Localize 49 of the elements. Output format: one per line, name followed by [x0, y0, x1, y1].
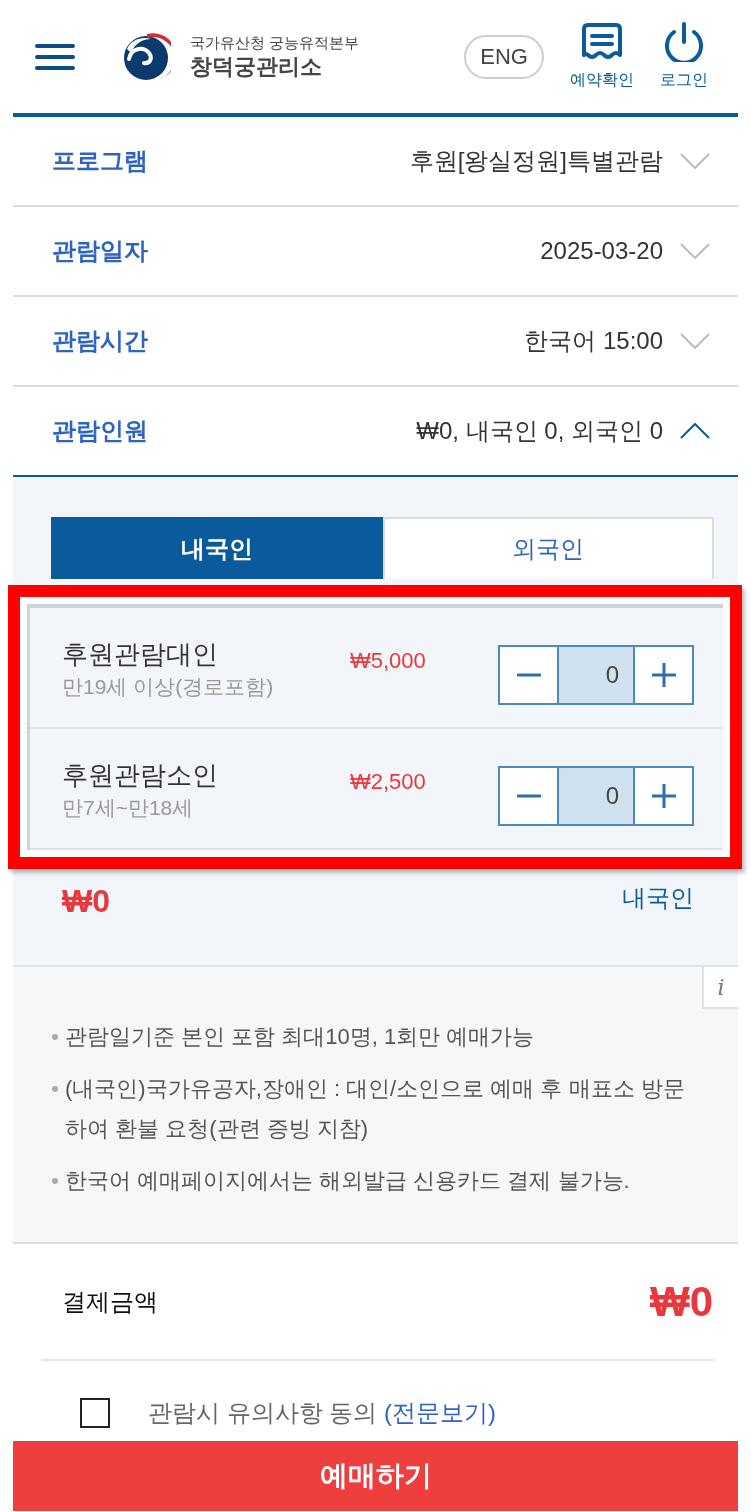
payment-label: 결제금액 [62, 1286, 158, 1317]
increase-button[interactable] [635, 647, 692, 703]
notice-text: 한국어 예매페이지에서는 해외발급 신용카드 결제 불가능. [65, 1167, 630, 1195]
ticket-price: ₩2,500 [350, 768, 427, 796]
organization-line: 국가유산청 궁능유적본부 [190, 32, 360, 53]
agreement-text: 관람시 유의사항 동의 (전문보기) [148, 1398, 496, 1428]
quantity-field[interactable]: 0 [557, 647, 635, 703]
ticket-name: 후원관람소인 [62, 759, 219, 792]
ticket-name: 후원관람대인 [62, 638, 219, 671]
reservation-check-button[interactable]: 예약확인 [570, 22, 634, 91]
chevron-up-icon[interactable] [680, 423, 710, 439]
subtotal-amount: ₩0 [62, 882, 110, 921]
info-button[interactable]: i [702, 967, 738, 1009]
organization-name: 창덕궁관리소 [190, 52, 323, 81]
receipt-icon [580, 22, 624, 62]
visitor-tab[interactable]: 외국인 [382, 517, 714, 579]
subtotal-category: 내국인 [622, 883, 694, 913]
language-button[interactable]: ENG [464, 34, 544, 79]
field-value[interactable]: 후원[왕실정원]특별관람 [409, 145, 663, 177]
quantity-field[interactable]: 0 [557, 768, 635, 824]
field-label: 프로그램 [52, 146, 148, 176]
ticket-condition: 만19세 이상(경로포함) [62, 674, 275, 700]
notice-text: (내국인)국가유공자,장애인 : 대인/소인으로 예매 후 매표소 방문하여 환불 요청(관련 증빙 지참) [65, 1075, 686, 1143]
field-value[interactable]: 한국어 15:00 [524, 325, 663, 357]
minus-icon [516, 794, 541, 798]
field-label: 관람시간 [52, 326, 148, 356]
bullet-icon [52, 1178, 58, 1184]
field-value[interactable]: ₩0, 내국인 0, 외국인 0 [416, 415, 663, 447]
bullet-icon [52, 1034, 58, 1040]
ticket-price: ₩5,000 [350, 647, 427, 675]
reserve-button[interactable]: 예매하기 [13, 1441, 738, 1511]
ticket-condition: 만7세~만18세 [62, 795, 195, 821]
emblem-icon [123, 32, 171, 81]
login-button[interactable]: 로그인 [660, 22, 708, 91]
minus-icon [516, 673, 541, 677]
field-label: 관람인원 [52, 416, 148, 446]
field-label: 관람일자 [52, 236, 148, 266]
visitor-tab[interactable]: 내국인 [51, 517, 383, 579]
notice-text: 관람일기준 본인 포함 최대10명, 1회만 예매가능 [65, 1023, 535, 1051]
plus-icon [651, 784, 676, 808]
increase-button[interactable] [635, 768, 692, 824]
payment-amount: ₩0 [650, 1277, 713, 1326]
full-text-link[interactable]: (전문보기) [384, 1399, 496, 1426]
field-value[interactable]: 2025-03-20 [540, 237, 663, 265]
plus-icon [651, 663, 676, 687]
agreement-checkbox[interactable] [80, 1398, 110, 1428]
power-icon [662, 22, 706, 62]
bullet-icon [52, 1086, 58, 1092]
menu-icon[interactable] [35, 43, 75, 70]
